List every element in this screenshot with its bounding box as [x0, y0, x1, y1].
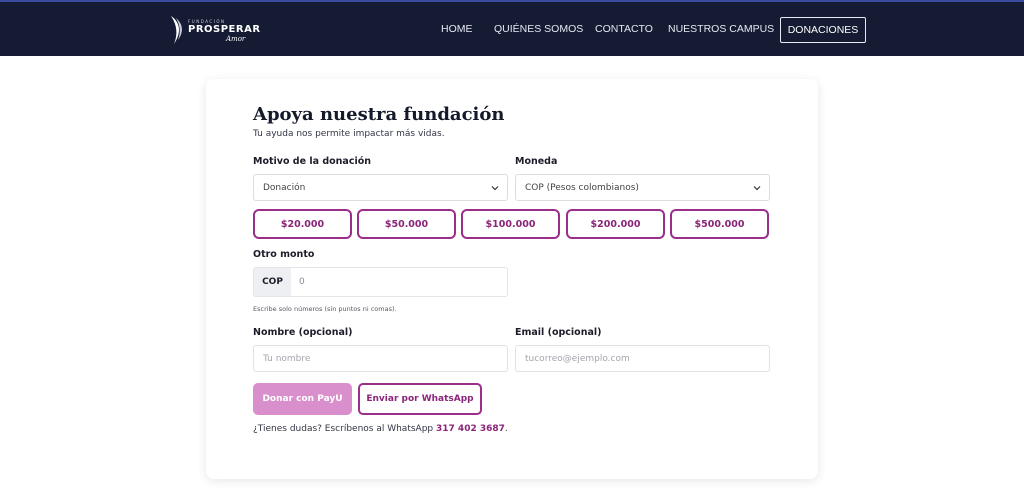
- nav-quienes-somos[interactable]: QUIÉNES SOMOS: [494, 23, 583, 35]
- name-input[interactable]: Tu nombre: [253, 345, 508, 372]
- currency-select[interactable]: COP (Pesos colombianos): [515, 174, 770, 201]
- nav-contacto[interactable]: CONTACTO: [595, 23, 653, 35]
- currency-select-value: COP (Pesos colombianos): [525, 182, 639, 193]
- other-amount-label: Otro monto: [253, 249, 315, 260]
- name-placeholder: Tu nombre: [263, 353, 311, 364]
- nav-home[interactable]: HOME: [441, 23, 473, 35]
- page: FUNDACIÓN PROSPERAR Amor HOME QUIÉNES SO…: [0, 0, 1024, 501]
- amount-button-500000[interactable]: $500.000: [670, 209, 769, 239]
- chevron-down-icon: [753, 186, 761, 191]
- amount-button-20000[interactable]: $20.000: [253, 209, 352, 239]
- amount-hint: Escribe solo números (sin puntos ni coma…: [253, 305, 397, 313]
- donation-card: Apoya nuestra fundación Tu ayuda nos per…: [206, 79, 818, 479]
- donar-payu-button[interactable]: Donar con PayU: [253, 383, 352, 415]
- chevron-down-icon: [491, 186, 499, 191]
- donaciones-button[interactable]: DONACIONES: [780, 17, 866, 43]
- logo[interactable]: FUNDACIÓN PROSPERAR Amor: [168, 14, 260, 46]
- amount-button-200000[interactable]: $200.000: [566, 209, 665, 239]
- currency-tag: COP: [254, 268, 291, 296]
- logo-script-text: Amor: [226, 35, 246, 43]
- form-title: Apoya nuestra fundación: [253, 104, 505, 125]
- form-subtitle: Tu ayuda nos permite impactar más vidas.: [253, 129, 445, 139]
- other-amount-input[interactable]: 0: [299, 277, 305, 287]
- email-label: Email (opcional): [515, 327, 602, 338]
- reason-select[interactable]: Donación: [253, 174, 508, 201]
- amount-button-100000[interactable]: $100.000: [461, 209, 560, 239]
- reason-label: Motivo de la donación: [253, 156, 372, 167]
- email-placeholder: tucorreo@ejemplo.com: [525, 353, 630, 364]
- currency-label: Moneda: [515, 156, 558, 167]
- top-navbar: FUNDACIÓN PROSPERAR Amor HOME QUIÉNES SO…: [0, 0, 1024, 56]
- help-text: ¿Tienes dudas? Escríbenos al WhatsApp 31…: [253, 424, 508, 434]
- logo-main-text: PROSPERAR: [188, 24, 261, 35]
- reason-select-value: Donación: [263, 182, 306, 193]
- amount-button-50000[interactable]: $50.000: [357, 209, 456, 239]
- logo-swoosh-icon: [171, 16, 182, 44]
- email-input[interactable]: tucorreo@ejemplo.com: [515, 345, 770, 372]
- help-text-prefix: ¿Tienes dudas? Escríbenos al WhatsApp: [253, 424, 434, 434]
- name-label: Nombre (opcional): [253, 327, 353, 338]
- help-text-suffix: .: [504, 424, 508, 434]
- other-amount-field[interactable]: COP 0: [253, 267, 508, 297]
- whatsapp-phone-link[interactable]: 317 402 3687: [436, 424, 505, 434]
- enviar-whatsapp-button[interactable]: Enviar por WhatsApp: [358, 383, 482, 415]
- nav-nuestros-campus[interactable]: NUESTROS CAMPUS: [668, 23, 774, 35]
